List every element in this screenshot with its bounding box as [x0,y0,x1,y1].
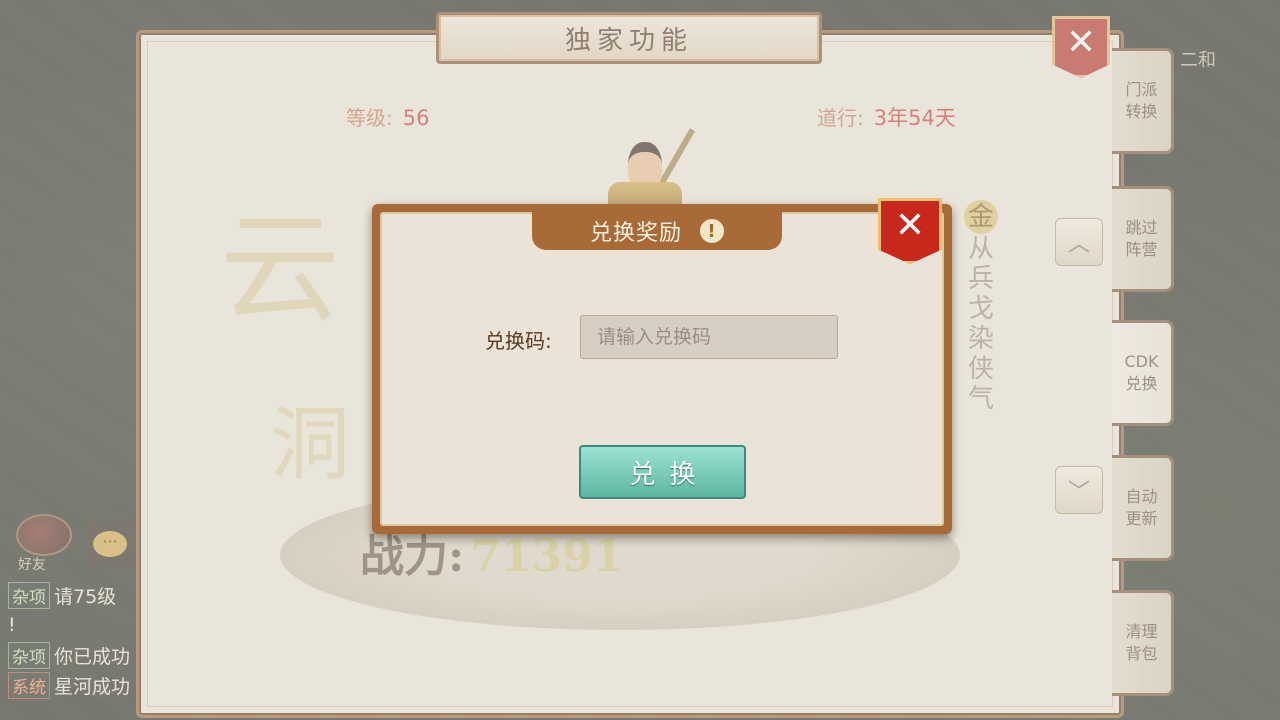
dialog-title-bar: 兑换奖励 ! [532,212,782,250]
close-icon: ✕ [894,204,926,246]
redeem-code-label: 兑换码: [485,329,552,353]
redeem-code-input[interactable] [580,315,838,359]
redeem-button[interactable]: 兑换 [579,445,746,499]
dialog-title: 兑换奖励 [589,221,682,246]
info-icon[interactable]: ! [700,219,724,243]
